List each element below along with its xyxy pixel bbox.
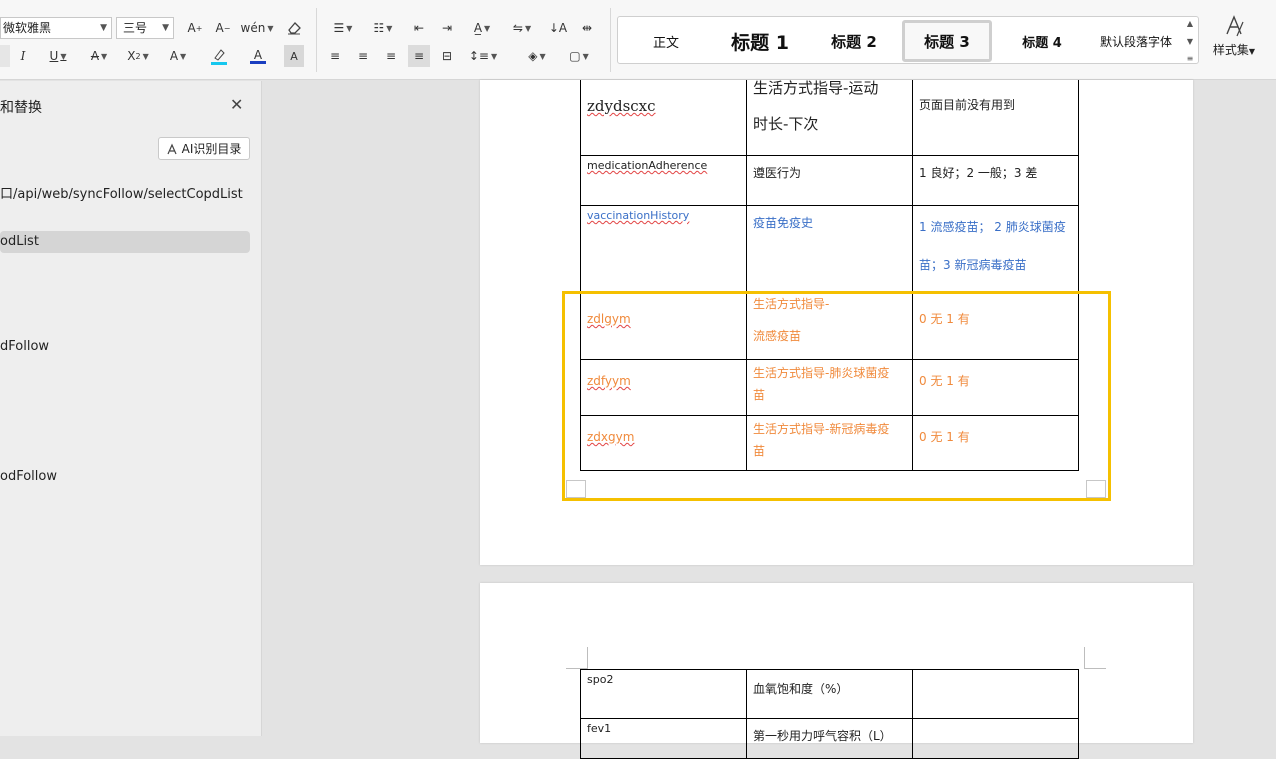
text-effect-button[interactable]: A ▼ (162, 45, 194, 67)
gallery-more-icon[interactable]: ≡ (1187, 54, 1194, 63)
table-cell[interactable]: 1 流感疫苗； 2 肺炎球菌疫 苗；3 新冠病毒疫苗 (912, 206, 1079, 292)
table-cell[interactable]: 血氧饱和度（%） (746, 669, 913, 719)
italic-button[interactable]: I (12, 45, 34, 67)
result-item-selected[interactable]: odList (0, 231, 250, 253)
ribbon-toolbar: 微软雅黑 ▼ 三号 ▼ A + A − wén ▼ I U ▼ A ▼ X 2 ▼ A ▼ A A … (0, 0, 1276, 80)
ai-recognize-toc-button[interactable]: AI识别目录 (158, 137, 250, 160)
style-normal[interactable]: 正文 (628, 17, 704, 65)
chevron-down-icon: ▼ (100, 23, 107, 33)
grow-font-icon[interactable]: A + (184, 17, 206, 39)
style-set-icon (1226, 15, 1244, 37)
document-page: zdydscxc 生活方式指导-运动 时长-下次 页面目前没有用到 medica… (480, 79, 1193, 565)
close-icon[interactable]: ✕ (230, 95, 243, 114)
find-replace-panel: 和替换 ✕ AI识别目录 口/api/web/syncFollow/select… (0, 81, 262, 736)
table-cell[interactable]: spo2 (580, 669, 747, 719)
result-item[interactable]: 口/api/web/syncFollow/selectCopdList (0, 183, 243, 202)
align-right-icon[interactable]: ≡ (380, 45, 402, 67)
style-heading-3[interactable]: 标题 3 (902, 20, 992, 62)
table-cell[interactable]: 生活方式指导-新冠病毒疫 苗 (746, 416, 913, 471)
panel-title: 和替换 (0, 100, 42, 116)
chevron-up-icon[interactable]: ▲ (1187, 19, 1193, 28)
table-resize-handle[interactable] (1086, 480, 1106, 498)
style-default-paragraph-font[interactable]: 默认段落字体 (1090, 17, 1182, 65)
table-cell[interactable]: zdfyym (580, 360, 747, 416)
table-cell[interactable]: 遵医行为 (746, 156, 913, 206)
gallery-scroll[interactable]: ▲ ▼ ≡ (1184, 19, 1196, 63)
style-gallery: 正文 标题 1 标题 2 标题 3 标题 4 默认段落字体 ▲ ▼ ≡ (617, 16, 1199, 64)
phonetic-guide-icon[interactable]: wén ▼ (240, 17, 274, 39)
distributed-icon[interactable]: ⊟ (436, 45, 458, 67)
table-cell[interactable]: 生活方式指导-肺炎球菌疫 苗 (746, 360, 913, 416)
table-cell[interactable]: 疫苗免疫史 (746, 206, 913, 292)
increase-indent-icon[interactable]: ⇥ (436, 17, 458, 39)
borders-icon[interactable]: ▢ ▼ (562, 45, 596, 67)
table-cell[interactable]: 第一秒用力呼气容积（L） (746, 719, 913, 759)
font-color-button[interactable]: A (242, 45, 274, 67)
result-item[interactable]: dFollow (0, 339, 49, 354)
superscript-button[interactable]: X 2 ▼ (122, 45, 154, 67)
underline-button[interactable]: U ▼ (42, 45, 74, 67)
strikethrough-button[interactable]: A ▼ (84, 45, 114, 67)
sort-icon[interactable]: ↓A (546, 17, 570, 39)
highlight-color-button[interactable] (202, 45, 236, 67)
bullet-list-icon[interactable]: ☰ ▼ (328, 17, 358, 39)
table-cell[interactable]: 1 良好；2 一般；3 差 (912, 156, 1079, 206)
font-name-select[interactable]: 微软雅黑 ▼ (0, 17, 112, 39)
style-set-button[interactable]: 样式集▼ (1202, 14, 1266, 66)
result-item[interactable]: odFollow (0, 469, 57, 484)
table-cell[interactable]: zdxgym (580, 416, 747, 471)
document-page: spo2 血氧饱和度（%） fev1 第一秒用力呼气容积（L） (480, 583, 1193, 759)
ai-icon (167, 143, 177, 154)
table-cell[interactable]: medicationAdherence (580, 156, 747, 206)
decrease-indent-icon[interactable]: ⇤ (408, 17, 430, 39)
table-cell[interactable] (912, 669, 1079, 719)
crop-mark (1084, 647, 1106, 669)
chevron-down-icon[interactable]: ▼ (1187, 37, 1193, 46)
table-cell[interactable]: 0 无 1 有 (912, 360, 1079, 416)
table-cell[interactable]: 0 无 1 有 (912, 292, 1079, 360)
text-direction-icon[interactable]: ⇋ ▼ (506, 17, 538, 39)
highlight-color-swatch (211, 61, 227, 65)
table-cell[interactable]: 0 无 1 有 (912, 416, 1079, 471)
table-cell[interactable]: vaccinationHistory (580, 206, 747, 292)
char-shading-button[interactable]: A (284, 45, 304, 67)
ribbon-separator (610, 8, 611, 72)
shading-icon[interactable]: ◈ ▼ (520, 45, 554, 67)
clear-format-icon[interactable] (282, 17, 306, 39)
shrink-font-icon[interactable]: A − (212, 17, 234, 39)
style-heading-2[interactable]: 标题 2 (814, 17, 894, 65)
table-handle[interactable] (566, 480, 586, 498)
style-heading-1[interactable]: 标题 1 (714, 17, 806, 65)
show-marks-icon[interactable]: ⇹ (576, 17, 598, 39)
ribbon-separator (316, 8, 317, 72)
table-cell[interactable]: fev1 (580, 719, 747, 759)
line-spacing-icon[interactable]: ↕≡ ▼ (466, 45, 500, 67)
align-left-icon[interactable]: ≡ (324, 45, 346, 67)
chinese-layout-icon[interactable]: A̲ ▼ (466, 17, 498, 39)
chevron-down-icon: ▼ (162, 23, 169, 33)
numbered-list-icon[interactable]: ☷ ▼ (368, 17, 398, 39)
style-heading-4[interactable]: 标题 4 (1002, 17, 1082, 65)
justify-icon[interactable]: ≡ (408, 45, 430, 67)
table-cell[interactable]: 生活方式指导-运动 时长-下次 (746, 79, 913, 156)
table-cell[interactable]: 生活方式指导- 流感疫苗 (746, 292, 913, 360)
table-cell[interactable] (912, 719, 1079, 759)
table-cell[interactable]: 页面目前没有用到 (912, 80, 1079, 156)
bold-button[interactable] (0, 45, 10, 67)
font-color-swatch (250, 60, 266, 64)
table-cell[interactable]: zdydscxc (580, 80, 747, 156)
chevron-down-icon: ▼ (1248, 47, 1256, 56)
font-size-select[interactable]: 三号 ▼ (116, 17, 174, 39)
crop-mark (566, 647, 588, 669)
align-center-icon[interactable]: ≡ (352, 45, 374, 67)
table-cell[interactable]: zdlgym (580, 292, 747, 360)
